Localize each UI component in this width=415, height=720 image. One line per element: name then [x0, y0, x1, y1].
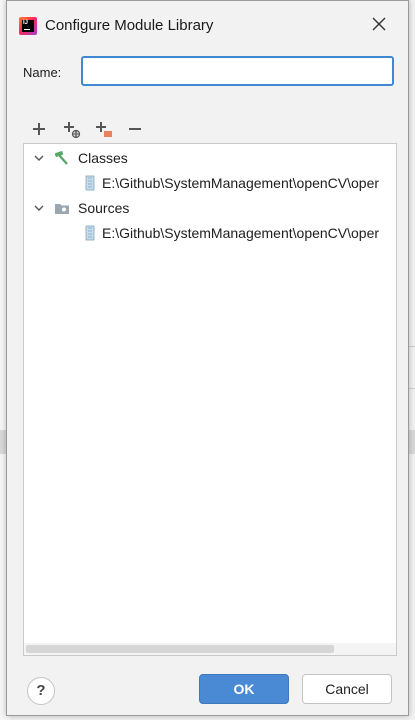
- chevron-down-icon[interactable]: [32, 201, 46, 215]
- configure-module-library-dialog: IJ Configure Module Library Name: Classe…: [6, 0, 409, 716]
- tree-node-sources[interactable]: Sources: [24, 196, 396, 220]
- tree-node-sources-path[interactable]: E:\Github\SystemManagement\openCV\oper: [24, 221, 396, 245]
- ok-button[interactable]: OK: [199, 674, 289, 704]
- library-tree[interactable]: Classes E:\Github\SystemManagement\openC…: [23, 143, 397, 656]
- tree-node-label: E:\Github\SystemManagement\openCV\oper: [102, 175, 380, 191]
- help-button[interactable]: ?: [27, 677, 55, 705]
- jar-icon: [85, 225, 95, 241]
- intellij-app-icon: IJ: [19, 17, 37, 35]
- add-icon: [33, 123, 45, 135]
- hammer-icon: [54, 151, 68, 165]
- name-input[interactable]: [81, 56, 394, 86]
- add-folder-button[interactable]: [91, 117, 115, 141]
- add-web-icon: [64, 122, 81, 139]
- add-button[interactable]: [27, 117, 51, 141]
- dialog-title: Configure Module Library: [45, 17, 214, 34]
- scrollbar-thumb[interactable]: [26, 645, 334, 653]
- tree-node-label: Classes: [78, 150, 128, 166]
- cancel-button[interactable]: Cancel: [302, 674, 392, 704]
- add-jar-directory-button[interactable]: [59, 117, 83, 141]
- folder-icon: [55, 204, 69, 214]
- horizontal-scrollbar[interactable]: [24, 643, 396, 655]
- tree-node-classes-path[interactable]: E:\Github\SystemManagement\openCV\oper: [24, 171, 396, 195]
- name-label: Name:: [23, 65, 62, 80]
- remove-icon: [129, 128, 141, 130]
- close-icon: [372, 17, 386, 31]
- chevron-down-icon[interactable]: [32, 151, 46, 165]
- tree-node-classes[interactable]: Classes: [24, 146, 396, 170]
- tree-node-label: Sources: [78, 200, 130, 216]
- jar-icon: [85, 175, 95, 191]
- remove-button[interactable]: [123, 117, 147, 141]
- close-button[interactable]: [368, 13, 390, 35]
- title-bar: IJ Configure Module Library: [7, 1, 408, 51]
- tree-node-label: E:\Github\SystemManagement\openCV\oper: [102, 225, 380, 241]
- add-folder-icon: [96, 122, 112, 137]
